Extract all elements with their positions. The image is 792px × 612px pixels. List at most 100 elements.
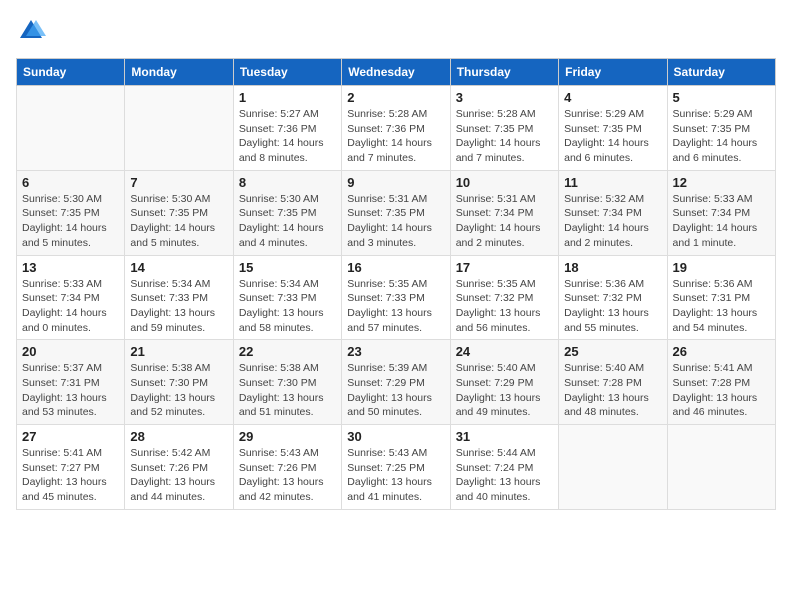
day-number: 16 — [347, 260, 444, 275]
day-number: 12 — [673, 175, 770, 190]
day-number: 1 — [239, 90, 336, 105]
calendar-cell: 7 Sunrise: 5:30 AM Sunset: 7:35 PM Daylig… — [125, 170, 233, 255]
day-number: 26 — [673, 344, 770, 359]
day-info: Sunrise: 5:40 AM Sunset: 7:29 PM Dayligh… — [456, 361, 553, 420]
page-header — [16, 16, 776, 46]
day-info: Sunrise: 5:32 AM Sunset: 7:34 PM Dayligh… — [564, 192, 661, 251]
day-number: 9 — [347, 175, 444, 190]
day-number: 19 — [673, 260, 770, 275]
calendar-cell: 6 Sunrise: 5:30 AM Sunset: 7:35 PM Daylig… — [17, 170, 125, 255]
day-info: Sunrise: 5:38 AM Sunset: 7:30 PM Dayligh… — [130, 361, 227, 420]
calendar-cell: 10 Sunrise: 5:31 AM Sunset: 7:34 PM Dayli… — [450, 170, 558, 255]
weekday-header: Monday — [125, 59, 233, 86]
calendar-table: SundayMondayTuesdayWednesdayThursdayFrid… — [16, 58, 776, 510]
calendar-cell: 18Sunrise: 5:36 AM Sunset: 7:32 PM Dayli… — [559, 255, 667, 340]
calendar-cell — [667, 425, 775, 510]
calendar-cell: 15Sunrise: 5:34 AM Sunset: 7:33 PM Dayli… — [233, 255, 341, 340]
day-number: 24 — [456, 344, 553, 359]
day-info: Sunrise: 5:44 AM Sunset: 7:24 PM Dayligh… — [456, 446, 553, 505]
calendar-cell: 23 Sunrise: 5:39 AM Sunset: 7:29 PM Dayli… — [342, 340, 450, 425]
day-info: Sunrise: 5:38 AM Sunset: 7:30 PM Dayligh… — [239, 361, 336, 420]
day-info: Sunrise: 5:27 AM Sunset: 7:36 PM Dayligh… — [239, 107, 336, 166]
day-number: 6 — [22, 175, 119, 190]
logo — [16, 16, 50, 46]
calendar-cell: 21 Sunrise: 5:38 AM Sunset: 7:30 PM Dayli… — [125, 340, 233, 425]
calendar-cell: 14 Sunrise: 5:34 AM Sunset: 7:33 PM Dayli… — [125, 255, 233, 340]
day-info: Sunrise: 5:29 AM Sunset: 7:35 PM Dayligh… — [673, 107, 770, 166]
day-info: Sunrise: 5:40 AM Sunset: 7:28 PM Dayligh… — [564, 361, 661, 420]
day-info: Sunrise: 5:31 AM Sunset: 7:34 PM Dayligh… — [456, 192, 553, 251]
calendar-cell: 5 Sunrise: 5:29 AM Sunset: 7:35 PM Daylig… — [667, 86, 775, 171]
day-number: 10 — [456, 175, 553, 190]
day-number: 22 — [239, 344, 336, 359]
calendar-cell: 9Sunrise: 5:31 AM Sunset: 7:35 PM Daylig… — [342, 170, 450, 255]
day-info: Sunrise: 5:39 AM Sunset: 7:29 PM Dayligh… — [347, 361, 444, 420]
calendar-cell: 22 Sunrise: 5:38 AM Sunset: 7:30 PM Dayli… — [233, 340, 341, 425]
day-info: Sunrise: 5:28 AM Sunset: 7:35 PM Dayligh… — [456, 107, 553, 166]
calendar-cell — [559, 425, 667, 510]
weekday-header: Tuesday — [233, 59, 341, 86]
day-info: Sunrise: 5:41 AM Sunset: 7:28 PM Dayligh… — [673, 361, 770, 420]
calendar-week-row: 27 Sunrise: 5:41 AM Sunset: 7:27 PM Dayli… — [17, 425, 776, 510]
day-info: Sunrise: 5:30 AM Sunset: 7:35 PM Dayligh… — [130, 192, 227, 251]
calendar-week-row: 13 Sunrise: 5:33 AM Sunset: 7:34 PM Dayli… — [17, 255, 776, 340]
day-info: Sunrise: 5:30 AM Sunset: 7:35 PM Dayligh… — [239, 192, 336, 251]
day-number: 27 — [22, 429, 119, 444]
day-number: 2 — [347, 90, 444, 105]
day-number: 28 — [130, 429, 227, 444]
day-info: Sunrise: 5:33 AM Sunset: 7:34 PM Dayligh… — [22, 277, 119, 336]
calendar-cell: 29Sunrise: 5:43 AM Sunset: 7:26 PM Dayli… — [233, 425, 341, 510]
weekday-header: Friday — [559, 59, 667, 86]
calendar-cell: 13 Sunrise: 5:33 AM Sunset: 7:34 PM Dayli… — [17, 255, 125, 340]
day-info: Sunrise: 5:42 AM Sunset: 7:26 PM Dayligh… — [130, 446, 227, 505]
day-info: Sunrise: 5:43 AM Sunset: 7:25 PM Dayligh… — [347, 446, 444, 505]
calendar-cell: 27 Sunrise: 5:41 AM Sunset: 7:27 PM Dayli… — [17, 425, 125, 510]
day-number: 8 — [239, 175, 336, 190]
calendar-cell: 26 Sunrise: 5:41 AM Sunset: 7:28 PM Dayli… — [667, 340, 775, 425]
calendar-cell: 30 Sunrise: 5:43 AM Sunset: 7:25 PM Dayli… — [342, 425, 450, 510]
calendar-week-row: 1 Sunrise: 5:27 AM Sunset: 7:36 PM Daylig… — [17, 86, 776, 171]
calendar-cell: 17 Sunrise: 5:35 AM Sunset: 7:32 PM Dayli… — [450, 255, 558, 340]
weekday-header: Wednesday — [342, 59, 450, 86]
weekday-header: Sunday — [17, 59, 125, 86]
day-number: 21 — [130, 344, 227, 359]
day-info: Sunrise: 5:29 AM Sunset: 7:35 PM Dayligh… — [564, 107, 661, 166]
day-info: Sunrise: 5:34 AM Sunset: 7:33 PM Dayligh… — [239, 277, 336, 336]
calendar-cell: 12 Sunrise: 5:33 AM Sunset: 7:34 PM Dayli… — [667, 170, 775, 255]
day-number: 20 — [22, 344, 119, 359]
day-info: Sunrise: 5:34 AM Sunset: 7:33 PM Dayligh… — [130, 277, 227, 336]
calendar-cell: 31Sunrise: 5:44 AM Sunset: 7:24 PM Dayli… — [450, 425, 558, 510]
day-number: 30 — [347, 429, 444, 444]
day-info: Sunrise: 5:30 AM Sunset: 7:35 PM Dayligh… — [22, 192, 119, 251]
calendar-cell: 11 Sunrise: 5:32 AM Sunset: 7:34 PM Dayli… — [559, 170, 667, 255]
day-number: 11 — [564, 175, 661, 190]
calendar-cell: 16 Sunrise: 5:35 AM Sunset: 7:33 PM Dayli… — [342, 255, 450, 340]
day-number: 13 — [22, 260, 119, 275]
day-number: 14 — [130, 260, 227, 275]
day-info: Sunrise: 5:35 AM Sunset: 7:32 PM Dayligh… — [456, 277, 553, 336]
calendar-cell: 20 Sunrise: 5:37 AM Sunset: 7:31 PM Dayli… — [17, 340, 125, 425]
day-info: Sunrise: 5:28 AM Sunset: 7:36 PM Dayligh… — [347, 107, 444, 166]
calendar-cell: 19 Sunrise: 5:36 AM Sunset: 7:31 PM Dayli… — [667, 255, 775, 340]
calendar-cell: 2 Sunrise: 5:28 AM Sunset: 7:36 PM Daylig… — [342, 86, 450, 171]
weekday-header: Saturday — [667, 59, 775, 86]
day-info: Sunrise: 5:43 AM Sunset: 7:26 PM Dayligh… — [239, 446, 336, 505]
day-info: Sunrise: 5:41 AM Sunset: 7:27 PM Dayligh… — [22, 446, 119, 505]
day-number: 7 — [130, 175, 227, 190]
calendar-cell — [17, 86, 125, 171]
day-number: 17 — [456, 260, 553, 275]
day-info: Sunrise: 5:37 AM Sunset: 7:31 PM Dayligh… — [22, 361, 119, 420]
day-info: Sunrise: 5:36 AM Sunset: 7:31 PM Dayligh… — [673, 277, 770, 336]
day-number: 25 — [564, 344, 661, 359]
day-info: Sunrise: 5:33 AM Sunset: 7:34 PM Dayligh… — [673, 192, 770, 251]
day-info: Sunrise: 5:35 AM Sunset: 7:33 PM Dayligh… — [347, 277, 444, 336]
calendar-cell: 25 Sunrise: 5:40 AM Sunset: 7:28 PM Dayli… — [559, 340, 667, 425]
calendar-cell: 24 Sunrise: 5:40 AM Sunset: 7:29 PM Dayli… — [450, 340, 558, 425]
day-info: Sunrise: 5:36 AM Sunset: 7:32 PM Dayligh… — [564, 277, 661, 336]
calendar-cell: 28 Sunrise: 5:42 AM Sunset: 7:26 PM Dayli… — [125, 425, 233, 510]
calendar-cell — [125, 86, 233, 171]
day-number: 5 — [673, 90, 770, 105]
day-number: 4 — [564, 90, 661, 105]
day-number: 23 — [347, 344, 444, 359]
calendar-header-row: SundayMondayTuesdayWednesdayThursdayFrid… — [17, 59, 776, 86]
